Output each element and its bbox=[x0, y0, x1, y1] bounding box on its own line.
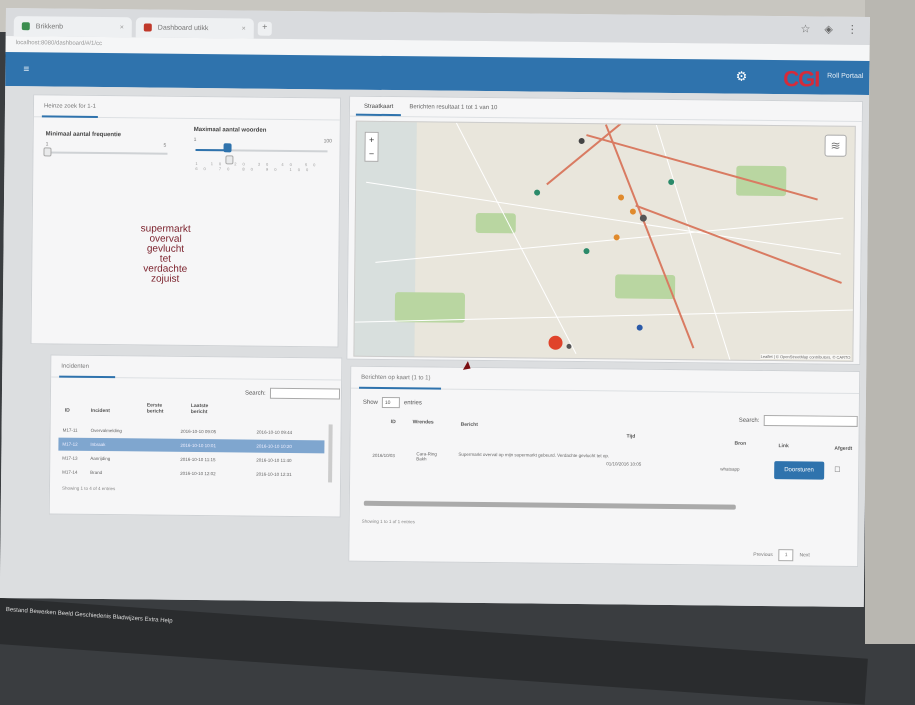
messages-search: Search: bbox=[738, 414, 858, 427]
page-1-button[interactable]: 1 bbox=[778, 549, 794, 562]
entries-select[interactable]: 10 bbox=[381, 396, 400, 409]
tab-label: Brikkenb bbox=[35, 22, 64, 31]
pagination: Previous 1 Next bbox=[753, 549, 810, 562]
slider1-track[interactable] bbox=[47, 151, 168, 155]
map-highway bbox=[635, 204, 842, 284]
slider1-handle[interactable] bbox=[43, 147, 52, 157]
handled-checkbox[interactable]: ☐ bbox=[834, 466, 840, 474]
slider2-ticks: 1 10 20 30 40 50 60 70 80 90 100 bbox=[195, 160, 322, 173]
map-park bbox=[394, 292, 466, 323]
favicon-icon bbox=[143, 23, 152, 32]
slider1-label: Minimaal aantal frequentie bbox=[45, 131, 122, 139]
table-row[interactable]: 2016/10/03 Cara-Ring Bakh Supermarkt ove… bbox=[364, 447, 852, 482]
entries-length: Show 10 entries bbox=[363, 396, 422, 409]
search-input[interactable] bbox=[763, 414, 858, 427]
table-row[interactable]: M17-11 Overvalmelding 2016-10-10 09:05 2016… bbox=[59, 424, 325, 440]
favicon-icon bbox=[21, 22, 30, 31]
incidents-search: Search: bbox=[244, 387, 340, 400]
incidents-panel: Incidenten Search: ID Incident Eerste be… bbox=[48, 354, 343, 518]
col-header[interactable]: ID bbox=[65, 408, 70, 414]
map-marker[interactable] bbox=[636, 324, 643, 331]
map-marker[interactable] bbox=[668, 178, 675, 186]
messages-tab[interactable]: Berichten op kaart (1 to 1) bbox=[351, 366, 860, 394]
messages-panel: Berichten op kaart (1 to 1) Show 10 entrie… bbox=[348, 365, 861, 567]
hamburger-icon[interactable]: ≡ bbox=[23, 64, 29, 75]
monitor-bezel-right bbox=[865, 0, 915, 644]
previous-button[interactable]: Previous bbox=[753, 552, 773, 558]
search-input[interactable] bbox=[269, 387, 340, 400]
map-marker[interactable] bbox=[618, 194, 625, 201]
zoom-control[interactable]: + − bbox=[364, 131, 379, 162]
slider2-label: Maximaal aantal woorden bbox=[193, 126, 267, 134]
screen: Brikkenb × Dashboard utikk × + ☆ ◈ ⋮ localho… bbox=[0, 8, 870, 608]
map-panel: Straatkaart Berichten resultaat 1 tot 1 v… bbox=[346, 95, 864, 365]
next-button[interactable]: Next bbox=[800, 552, 810, 558]
col-header[interactable]: Bron bbox=[734, 441, 746, 447]
slider2-max: 100 bbox=[323, 138, 332, 145]
search-label: Search: bbox=[738, 417, 760, 424]
menu-icon[interactable]: ⋮ bbox=[847, 23, 858, 36]
slider1-max: 5 bbox=[163, 142, 167, 149]
col-header[interactable]: Tijd bbox=[627, 434, 636, 440]
table-row-selected[interactable]: M17-12 Inbraak 2016-10-10 10:01 2016-10-10 … bbox=[58, 437, 325, 454]
col-header[interactable]: Wrendes bbox=[413, 419, 434, 425]
map-canvas[interactable]: + − ≋ Leaflet | © OpenStreetMap contribut… bbox=[353, 120, 856, 362]
slider2-min: 1 bbox=[193, 136, 197, 144]
col-header[interactable]: Eerste bericht bbox=[147, 402, 173, 414]
col-header[interactable]: Laatste bericht bbox=[191, 403, 221, 415]
col-header[interactable]: ID bbox=[391, 419, 396, 425]
table-info: Showing 1 to 1 of 1 entries bbox=[361, 518, 415, 525]
col-header[interactable]: Incident bbox=[91, 408, 110, 414]
map-marker[interactable] bbox=[639, 214, 647, 222]
table-row[interactable]: M17-13 Aanrijding 2016-10-10 11:15 2016-10-… bbox=[58, 452, 324, 468]
col-header[interactable]: Link bbox=[778, 443, 788, 449]
search-label: Search: bbox=[244, 390, 266, 397]
map-marker[interactable] bbox=[629, 208, 636, 215]
close-icon[interactable]: × bbox=[242, 25, 246, 32]
word-cloud: supermarkt overval gevlucht tet verdacht… bbox=[140, 223, 191, 285]
tab-label: Dashboard utikk bbox=[157, 24, 209, 32]
map-marker[interactable] bbox=[534, 189, 541, 196]
map-marker[interactable] bbox=[578, 138, 585, 145]
map-attribution[interactable]: Leaflet | © OpenStreetMap contributors, … bbox=[760, 353, 851, 360]
map-park bbox=[475, 212, 516, 234]
star-icon[interactable]: ☆ bbox=[800, 22, 810, 35]
tab-results[interactable]: Berichten resultaat 1 tot 1 van 10 bbox=[401, 97, 505, 117]
tab-streetmap[interactable]: Straatkaart bbox=[355, 96, 402, 117]
filter-tab[interactable]: Heinze zoek for 1-1 bbox=[33, 95, 341, 121]
map-marker[interactable] bbox=[566, 343, 572, 349]
brand-logo: CGI bbox=[783, 66, 820, 92]
browser-tab[interactable]: Brikkenb × bbox=[13, 16, 132, 38]
map-marker[interactable] bbox=[613, 234, 620, 241]
gear-icon[interactable]: ⚙ bbox=[736, 69, 748, 85]
map-highway bbox=[546, 120, 679, 186]
close-icon[interactable]: × bbox=[120, 24, 124, 31]
slider2-fill bbox=[195, 148, 226, 152]
word-cloud-term[interactable]: zojuist bbox=[140, 274, 190, 285]
map-street bbox=[655, 124, 732, 362]
layers-icon[interactable]: ≋ bbox=[824, 134, 847, 157]
browser-tab[interactable]: Dashboard utikk × bbox=[135, 17, 254, 39]
new-tab-button[interactable]: + bbox=[257, 21, 272, 36]
dashboard-content: Heinze zoek for 1-1 Minimaal aantal freq… bbox=[0, 85, 870, 608]
taskbar bbox=[0, 598, 868, 705]
map-marker[interactable] bbox=[583, 248, 590, 255]
slider2-handle[interactable] bbox=[223, 143, 232, 153]
zoom-out-button[interactable]: − bbox=[365, 147, 377, 161]
incidents-tab[interactable]: Incidenten bbox=[51, 355, 342, 381]
table-info: Showing 1 to 4 of 4 entries bbox=[61, 485, 116, 492]
map-park bbox=[736, 165, 787, 197]
zoom-in-button[interactable]: + bbox=[366, 133, 378, 147]
table-scrollbar[interactable] bbox=[328, 424, 333, 483]
horizontal-scrollbar[interactable] bbox=[363, 500, 736, 510]
map-marker-large[interactable] bbox=[548, 335, 563, 350]
table-row[interactable]: M17-14 Brand 2016-10-10 12:02 2016-10-10 12… bbox=[58, 466, 324, 482]
filter-panel: Heinze zoek for 1-1 Minimaal aantal freq… bbox=[30, 94, 342, 348]
forward-button[interactable]: Doorsturen bbox=[774, 461, 824, 480]
extension-icon[interactable]: ◈ bbox=[824, 23, 833, 36]
user-label[interactable]: Roll Portaal bbox=[827, 73, 863, 80]
col-header[interactable]: Bericht bbox=[461, 422, 478, 428]
